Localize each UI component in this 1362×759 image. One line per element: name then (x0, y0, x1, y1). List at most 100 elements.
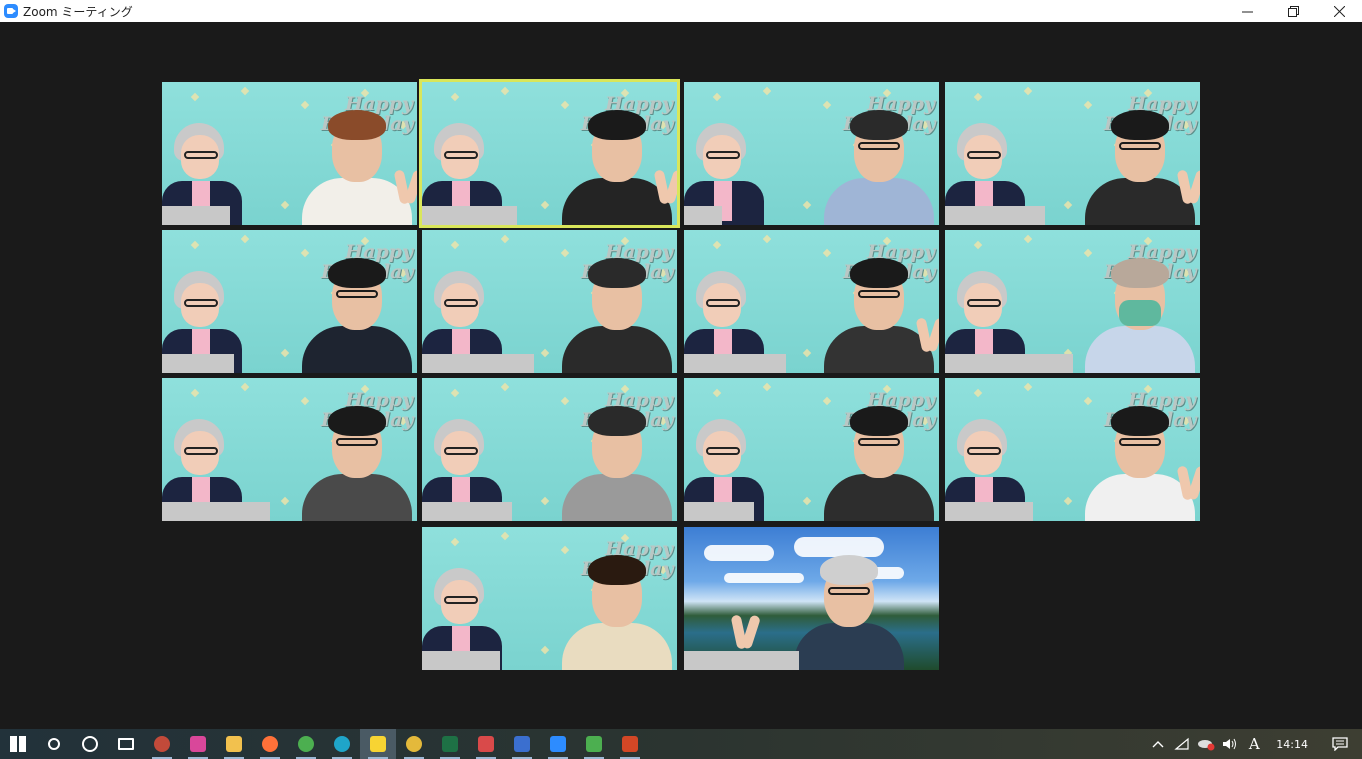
participant-video (1085, 386, 1195, 521)
participant-name-label (684, 354, 786, 373)
app-blue-taskbar-button[interactable] (504, 729, 540, 759)
excel-icon (442, 736, 458, 752)
eyeglasses (858, 290, 900, 298)
app-red-taskbar-button[interactable] (468, 729, 504, 759)
participant-name-label (684, 206, 722, 225)
video-tile[interactable]: Happy Birthday (162, 82, 417, 225)
file-explorer-taskbar-button[interactable] (216, 729, 252, 759)
minimize-icon (1241, 11, 1253, 12)
eyeglasses (1119, 142, 1161, 150)
face-mask (1119, 300, 1161, 326)
gallery-view: Happy BirthdayHappy BirthdayHappy Birthd… (0, 22, 1362, 729)
powerpoint-icon (622, 736, 638, 752)
chrome-taskbar-button[interactable] (288, 729, 324, 759)
participant-video (562, 90, 672, 225)
participant-video (302, 386, 412, 521)
app-blue-icon (514, 736, 530, 752)
cloud (704, 545, 774, 561)
edge-taskbar-button[interactable] (324, 729, 360, 759)
show-hidden-icons-button[interactable] (1146, 729, 1170, 759)
restore-icon (1287, 5, 1299, 17)
action-center-button[interactable] (1318, 729, 1362, 759)
participant-name-label (422, 651, 500, 670)
cortana-icon (82, 736, 98, 752)
zoom-taskbar-button[interactable] (540, 729, 576, 759)
input-language-button[interactable]: A (1242, 729, 1266, 759)
sticky-notes-taskbar-button[interactable] (360, 729, 396, 759)
video-tile[interactable]: Happy Birthday (422, 378, 677, 521)
firefox-taskbar-button[interactable] (252, 729, 288, 759)
video-tile[interactable] (684, 527, 939, 670)
powerpoint-taskbar-button[interactable] (612, 729, 648, 759)
video-tile[interactable]: Happy Birthday (419, 79, 680, 228)
speaker-icon (1223, 738, 1237, 750)
onedrive-button[interactable] (1194, 729, 1218, 759)
participant-name-label (945, 354, 1073, 373)
start-button-taskbar-button[interactable] (0, 729, 36, 759)
system-tray: A 14:14 (1146, 729, 1362, 759)
minimize-button[interactable] (1224, 0, 1270, 22)
participant-name-label (162, 206, 230, 225)
taskbar-apps (0, 729, 648, 759)
video-tile[interactable]: Happy Birthday (162, 378, 417, 521)
video-tile[interactable]: Happy Birthday (945, 378, 1200, 521)
notification-icon (1332, 737, 1348, 751)
participant-video (562, 535, 672, 670)
close-button[interactable] (1316, 0, 1362, 22)
edge-icon (334, 736, 350, 752)
video-tile[interactable]: Happy Birthday (162, 230, 417, 373)
volume-button[interactable] (1218, 729, 1242, 759)
participant-video (562, 386, 672, 521)
cortana-taskbar-button[interactable] (72, 729, 108, 759)
eyeglasses (336, 290, 378, 298)
participant-name-label (162, 354, 234, 373)
video-tile[interactable]: Happy Birthday (684, 82, 939, 225)
app-red-icon (478, 736, 494, 752)
participant-video (824, 238, 934, 373)
excel-taskbar-button[interactable] (432, 729, 468, 759)
zoom-app-icon (4, 4, 18, 18)
app-monitor-icon (586, 736, 602, 752)
participant-name-label (684, 651, 799, 670)
title-bar[interactable]: Zoom ミーティング (0, 0, 1362, 22)
windows-taskbar: A 14:14 (0, 729, 1362, 759)
participant-video (824, 90, 934, 225)
video-tile[interactable]: Happy Birthday (945, 230, 1200, 373)
participant-video (794, 535, 904, 670)
participant-name-label (684, 502, 754, 521)
app-monitor-taskbar-button[interactable] (576, 729, 612, 759)
clock[interactable]: 14:14 (1266, 729, 1318, 759)
task-view-icon (118, 738, 134, 750)
app-obs-icon (154, 736, 170, 752)
wifi-icon (1174, 737, 1189, 750)
participant-video (1085, 238, 1195, 373)
cloud-error-icon (1198, 740, 1215, 751)
file-explorer-icon (226, 736, 242, 752)
zoom-icon (550, 736, 566, 752)
video-tile[interactable]: Happy Birthday (684, 230, 939, 373)
app-photo-taskbar-button[interactable] (180, 729, 216, 759)
participant-name-label (422, 354, 534, 373)
zoom-window: Zoom ミーティング Happy BirthdayHappy Birthday… (0, 0, 1362, 759)
sticky-notes-icon (370, 736, 386, 752)
video-tile[interactable]: Happy Birthday (684, 378, 939, 521)
slack-icon (406, 736, 422, 752)
network-button[interactable] (1170, 729, 1194, 759)
slack-taskbar-button[interactable] (396, 729, 432, 759)
task-view-taskbar-button[interactable] (108, 729, 144, 759)
app-obs-taskbar-button[interactable] (144, 729, 180, 759)
window-controls (1224, 0, 1362, 22)
participant-name-label (945, 502, 1033, 521)
participant-video (302, 238, 412, 373)
search-icon (48, 738, 60, 750)
participant-video (1085, 90, 1195, 225)
window-title: Zoom ミーティング (23, 4, 133, 19)
search-taskbar-button[interactable] (36, 729, 72, 759)
video-tile[interactable]: Happy Birthday (422, 527, 677, 670)
eyeglasses (828, 587, 870, 595)
start-button-icon (10, 736, 26, 752)
video-tile[interactable]: Happy Birthday (422, 230, 677, 373)
participant-name-label (945, 206, 1045, 225)
restore-button[interactable] (1270, 0, 1316, 22)
video-tile[interactable]: Happy Birthday (945, 82, 1200, 225)
